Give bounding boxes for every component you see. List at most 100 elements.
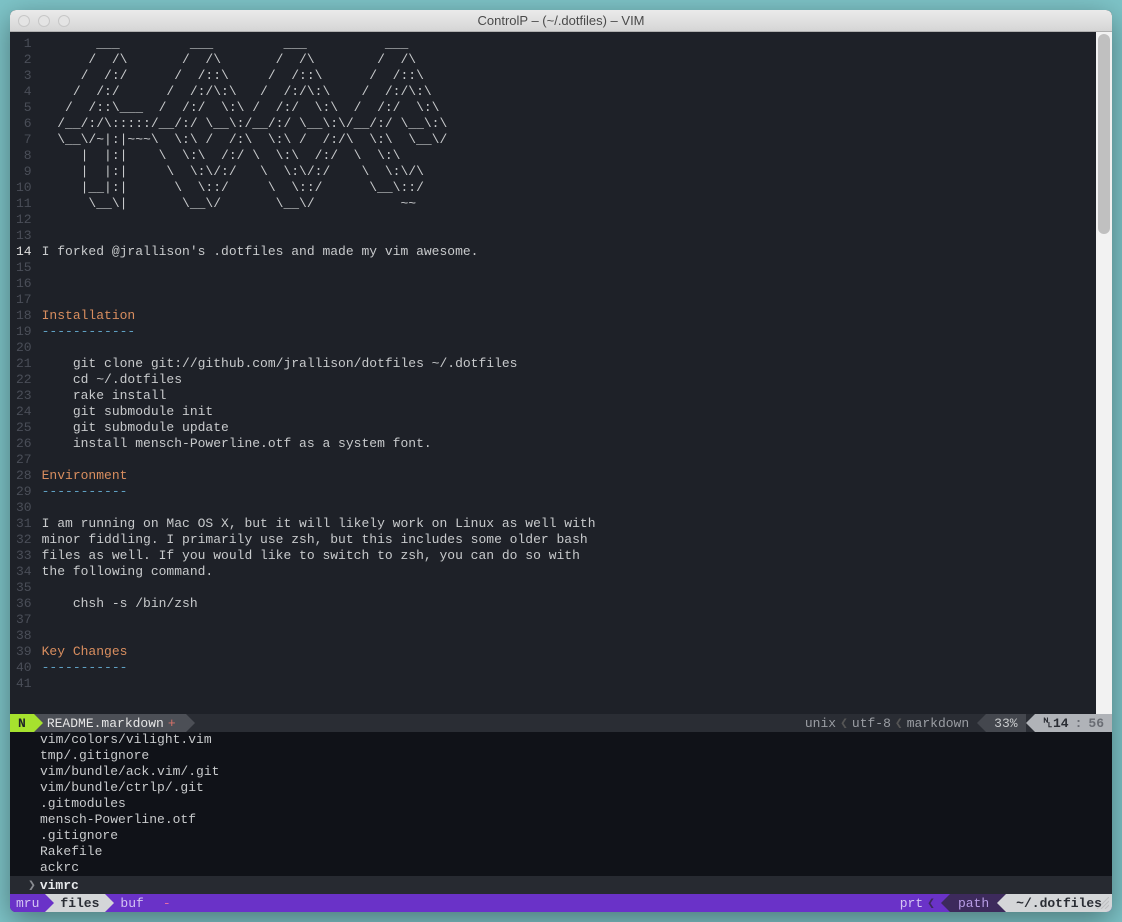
line-number: 11 xyxy=(16,196,32,212)
ctrlp-statusline: mru files buf - prt ❮ path ~/.dotfiles xyxy=(10,894,1112,912)
editor[interactable]: 1234567891011121314151617181920212223242… xyxy=(10,32,1096,714)
resize-corner-icon[interactable] xyxy=(1097,897,1109,909)
buffer-content[interactable]: ___ ___ ___ ___ / /\ / /\ / /\ / /\ / /:… xyxy=(36,32,596,714)
chevron-right-icon xyxy=(150,894,159,912)
buffer-line[interactable] xyxy=(42,452,596,468)
buffer-line[interactable] xyxy=(42,580,596,596)
ctrlp-result[interactable]: .gitignore xyxy=(10,828,1112,844)
line-number: 20 xyxy=(16,340,32,356)
chevron-right-icon xyxy=(45,894,54,912)
buffer-line[interactable] xyxy=(42,340,596,356)
buffer-line[interactable]: | |:| \ \:\/:/ \ \:\/:/ \ \:\/\ xyxy=(42,164,596,180)
line-number: 2 xyxy=(16,52,32,68)
chevron-right-icon xyxy=(186,714,195,732)
buffer-line[interactable]: ----------- xyxy=(42,660,596,676)
line-number: 6 xyxy=(16,116,32,132)
window-title: ControlP – (~/.dotfiles) – VIM xyxy=(10,13,1112,28)
line-number: 23 xyxy=(16,388,32,404)
line-number: 18 xyxy=(16,308,32,324)
chevron-left-icon xyxy=(941,894,950,912)
buffer-line[interactable]: ------------ xyxy=(42,324,596,340)
line-gutter: 1234567891011121314151617181920212223242… xyxy=(10,32,36,714)
line-number: 5 xyxy=(16,100,32,116)
ctrlp-dash: - xyxy=(159,896,171,911)
buffer-line[interactable]: files as well. If you would like to swit… xyxy=(42,548,596,564)
line-number: 31 xyxy=(16,516,32,532)
line-number: 22 xyxy=(16,372,32,388)
line-number: 33 xyxy=(16,548,32,564)
buffer-line[interactable]: the following command. xyxy=(42,564,596,580)
line-number: 36 xyxy=(16,596,32,612)
buffer-line[interactable]: Installation xyxy=(42,308,596,324)
buffer-line[interactable]: I forked @jrallison's .dotfiles and made… xyxy=(42,244,596,260)
buffer-line[interactable]: minor fiddling. I primarily use zsh, but… xyxy=(42,532,596,548)
ctrlp-buf-mode[interactable]: buf xyxy=(114,894,149,912)
ctrlp-files-mode[interactable]: files xyxy=(54,894,105,912)
buffer-line[interactable] xyxy=(42,212,596,228)
line-number: 19 xyxy=(16,324,32,340)
line-number: 13 xyxy=(16,228,32,244)
ctrlp-result[interactable]: ackrc xyxy=(10,860,1112,876)
line-number: 15 xyxy=(16,260,32,276)
line-number: 24 xyxy=(16,404,32,420)
column-number: 56 xyxy=(1088,716,1104,731)
buffer-line[interactable]: / /:/ / /:/\:\ / /:/\:\ / /:/\:\ xyxy=(42,84,596,100)
buffer-line[interactable] xyxy=(42,292,596,308)
buffer-line[interactable]: chsh -s /bin/zsh xyxy=(42,596,596,612)
buffer-line[interactable]: /__/:/\:::::/__/:/ \__\:/__/:/ \__\:\/__… xyxy=(42,116,596,132)
scrollbar-thumb[interactable] xyxy=(1098,34,1110,234)
buffer-line[interactable]: / /\ / /\ / /\ / /\ xyxy=(42,52,596,68)
ctrlp-result[interactable]: vim/bundle/ctrlp/.git xyxy=(10,780,1112,796)
buffer-line[interactable]: Key Changes xyxy=(42,644,596,660)
line-number: 38 xyxy=(16,628,32,644)
buffer-line[interactable]: git submodule update xyxy=(42,420,596,436)
buffer-line[interactable]: | |:| \ \:\ /:/ \ \:\ /:/ \ \:\ xyxy=(42,148,596,164)
chevron-left-icon xyxy=(977,714,986,732)
titlebar[interactable]: ControlP – (~/.dotfiles) – VIM xyxy=(10,10,1112,32)
line-number: 35 xyxy=(16,580,32,596)
buffer-line[interactable]: ___ ___ ___ ___ xyxy=(42,36,596,52)
ctrlp-result[interactable]: vim/bundle/ack.vim/.git xyxy=(10,764,1112,780)
line-number: 37 xyxy=(16,612,32,628)
buffer-line[interactable]: \__\| \__\/ \__\/ ~~ xyxy=(42,196,596,212)
buffer-line[interactable]: cd ~/.dotfiles xyxy=(42,372,596,388)
buffer-line[interactable]: git submodule init xyxy=(42,404,596,420)
buffer-line[interactable] xyxy=(42,276,596,292)
fileinfo-segment: unix ❮ utf-8 ❮ markdown xyxy=(797,716,977,731)
line-number: 16 xyxy=(16,276,32,292)
ctrlp-result[interactable]: tmp/.gitignore xyxy=(10,748,1112,764)
line-number: 4 xyxy=(16,84,32,100)
modified-indicator: + xyxy=(168,716,176,731)
encoding: utf-8 xyxy=(852,716,891,731)
line-number: 8 xyxy=(16,148,32,164)
editor-area: 1234567891011121314151617181920212223242… xyxy=(10,32,1112,714)
buffer-line[interactable]: / /::\___ / /:/ \:\ / /:/ \:\ / /:/ \:\ xyxy=(42,100,596,116)
chevron-left-icon xyxy=(997,894,1006,912)
buffer-line[interactable]: |__|:| \ \::/ \ \::/ \__\::/ xyxy=(42,180,596,196)
ctrlp-path-mode: path xyxy=(950,894,997,912)
buffer-line[interactable] xyxy=(42,500,596,516)
buffer-line[interactable]: rake install xyxy=(42,388,596,404)
buffer-line[interactable]: git clone git://github.com/jrallison/dot… xyxy=(42,356,596,372)
scrollbar[interactable] xyxy=(1096,32,1112,714)
buffer-line[interactable]: I am running on Mac OS X, but it will li… xyxy=(42,516,596,532)
ctrlp-result[interactable]: vim/colors/vilight.vim xyxy=(10,732,1112,748)
buffer-line[interactable]: \__\/~|:|~~~\ \:\ / /:\ \:\ / /:/\ \:\ \… xyxy=(42,132,596,148)
ctrlp-result-selected[interactable]: ❯ vimrc xyxy=(10,876,1112,894)
buffer-line[interactable]: Environment xyxy=(42,468,596,484)
ctrlp-panel: vim/colors/vilight.vimtmp/.gitignorevim/… xyxy=(10,732,1112,894)
buffer-line[interactable] xyxy=(42,228,596,244)
line-number: 34 xyxy=(16,564,32,580)
ctrlp-result[interactable]: Rakefile xyxy=(10,844,1112,860)
line-number: 29 xyxy=(16,484,32,500)
buffer-line[interactable] xyxy=(42,628,596,644)
ctrlp-result[interactable]: mensch-Powerline.otf xyxy=(10,812,1112,828)
ctrlp-mru-mode[interactable]: mru xyxy=(10,894,45,912)
buffer-line[interactable] xyxy=(42,612,596,628)
buffer-line[interactable] xyxy=(42,260,596,276)
ctrlp-result[interactable]: .gitmodules xyxy=(10,796,1112,812)
buffer-line[interactable]: install mensch-Powerline.otf as a system… xyxy=(42,436,596,452)
buffer-line[interactable]: / /:/ / /::\ / /::\ / /::\ xyxy=(42,68,596,84)
buffer-line[interactable] xyxy=(42,676,596,692)
buffer-line[interactable]: ----------- xyxy=(42,484,596,500)
